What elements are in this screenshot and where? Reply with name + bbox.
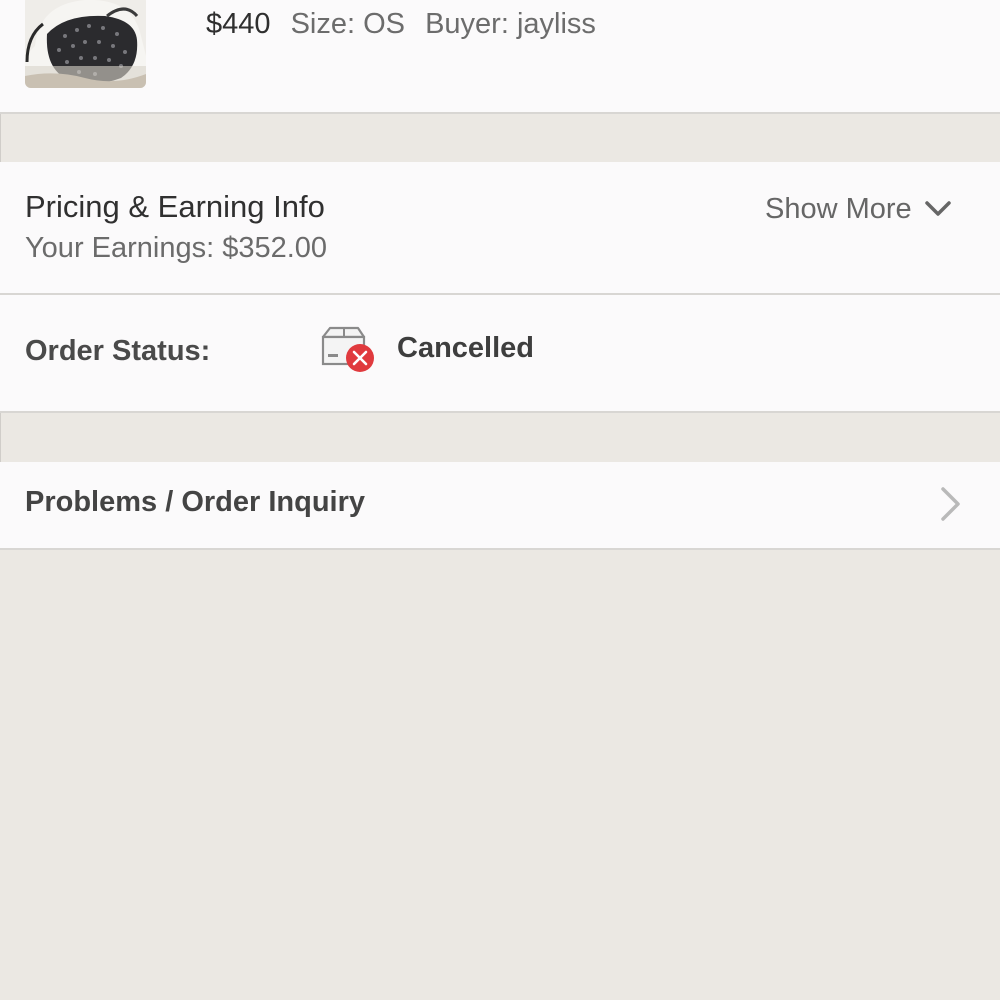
package-cancelled-icon [321,326,374,372]
bag-photo-thumbnail [25,0,146,88]
your-earnings: Your Earnings: $352.00 [25,232,328,264]
show-more-label: Show More [765,192,912,225]
chevron-right-icon [941,487,960,521]
listing-summary: $440 Size: OS Buyer: jayliss [206,6,608,42]
show-more-button[interactable]: Show More [765,191,952,227]
order-status-label: Order Status: [25,335,211,367]
order-inquiry-label: Problems / Order Inquiry [25,486,366,518]
listing-buyer: Buyer: jayliss [425,8,596,40]
listing-price: $440 [206,8,271,40]
listing-size: Size: OS [290,8,406,40]
pricing-card [0,162,1000,295]
chevron-down-icon [924,201,951,216]
pricing-title: Pricing & Earning Info [25,189,325,224]
listing-thumbnail[interactable] [25,0,146,88]
order-status-value: Cancelled [397,332,534,364]
